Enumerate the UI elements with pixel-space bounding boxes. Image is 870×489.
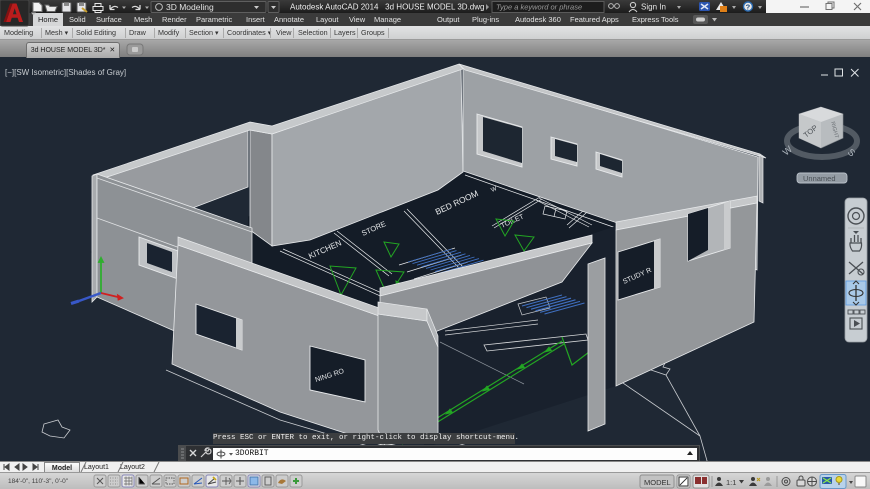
svg-text:3D Modeling: 3D Modeling: [166, 2, 214, 12]
svg-text:Sign In: Sign In: [641, 3, 666, 12]
svg-text:Type a keyword or phrase: Type a keyword or phrase: [496, 3, 582, 12]
svg-text:Unnamed: Unnamed: [803, 174, 836, 183]
svg-text:1:1: 1:1: [726, 478, 736, 487]
svg-text:Autodesk AutoCAD 2014 3d HOU: Autodesk AutoCAD 2014 3d HOUSE MODEL 3D.…: [290, 3, 484, 12]
svg-text:[−][SW Isometric][Shades of Gr: [−][SW Isometric][Shades of Gray]: [5, 68, 126, 77]
svg-text:MODEL: MODEL: [644, 478, 671, 487]
svg-text:?: ?: [746, 3, 751, 12]
